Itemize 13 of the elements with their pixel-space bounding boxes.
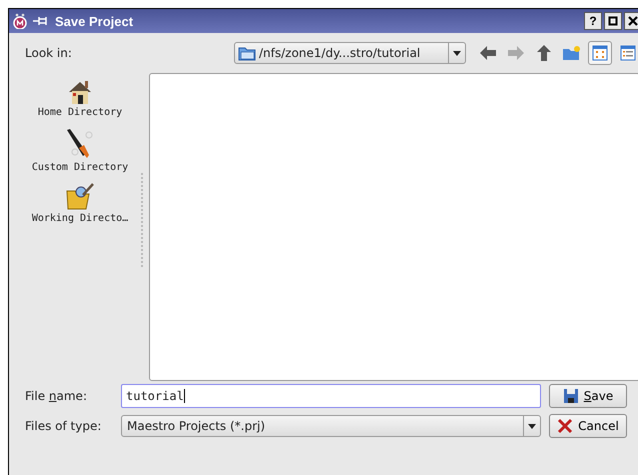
file-name-label: File name: [25,389,88,403]
cancel-button[interactable]: Cancel [549,414,627,438]
place-label[interactable]: Home Directory [38,107,122,118]
place-label[interactable]: Custom Directory [32,162,128,173]
look-in-label: Look in: [25,46,72,60]
look-in-dropdown[interactable]: /nfs/zone1/dy...stro/tutorial [234,42,466,64]
file-type-dropdown[interactable]: Maestro Projects (*.prj) [121,415,541,437]
file-name-field[interactable]: tutorial [121,384,541,408]
window-title: Save Project [55,14,134,28]
file-type-label: Files of type: [25,419,102,433]
help-button[interactable]: ? [584,12,602,30]
place-label[interactable]: Working Directo… [32,213,128,224]
save-button[interactable]: Save [549,384,627,408]
